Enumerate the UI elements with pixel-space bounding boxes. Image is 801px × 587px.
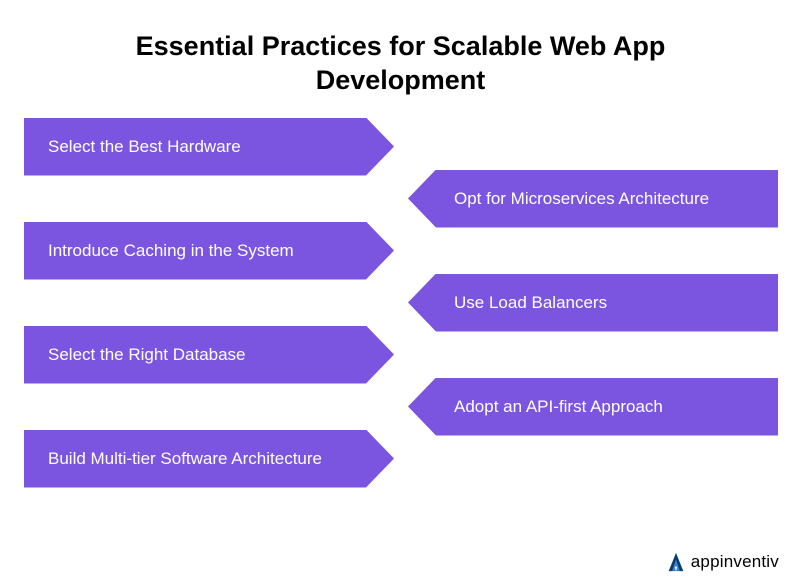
brand-logo: appinventiv: [665, 551, 779, 573]
practice-item-right-2: Use Load Balancers: [408, 274, 778, 332]
practice-item-left-3: Select the Right Database: [24, 326, 394, 384]
practice-label: Build Multi-tier Software Architecture: [48, 449, 322, 469]
practice-item-left-4: Build Multi-tier Software Architecture: [24, 430, 394, 488]
practice-item-right-1: Opt for Microservices Architecture: [408, 170, 778, 228]
appinventiv-logo-icon: [665, 551, 687, 573]
practice-label: Introduce Caching in the System: [48, 241, 294, 261]
practice-label: Select the Best Hardware: [48, 137, 241, 157]
practice-item-left-1: Select the Best Hardware: [24, 118, 394, 176]
brand-name: appinventiv: [691, 552, 779, 572]
page-title: Essential Practices for Scalable Web App…: [0, 0, 801, 118]
practice-label: Opt for Microservices Architecture: [454, 189, 709, 209]
practice-label: Use Load Balancers: [454, 293, 607, 313]
practice-label: Adopt an API-first Approach: [454, 397, 663, 417]
practice-item-right-3: Adopt an API-first Approach: [408, 378, 778, 436]
practice-label: Select the Right Database: [48, 345, 246, 365]
practice-item-left-2: Introduce Caching in the System: [24, 222, 394, 280]
practices-diagram: Select the Best Hardware Opt for Microse…: [0, 118, 801, 548]
